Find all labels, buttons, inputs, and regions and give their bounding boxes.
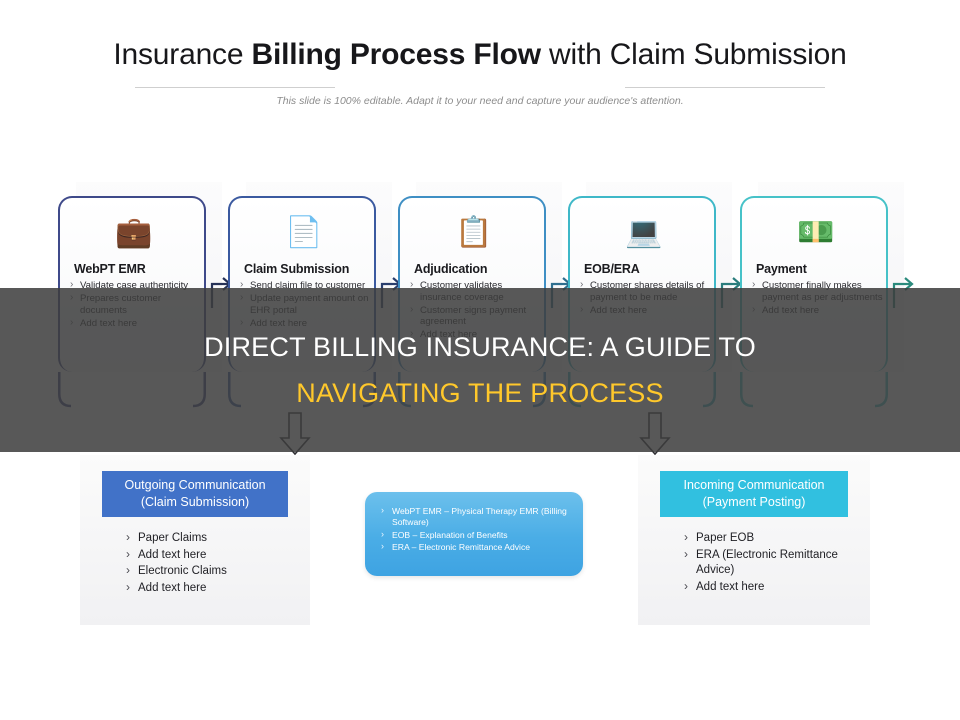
slide-canvas: Insurance Billing Process Flow with Clai… (0, 0, 960, 720)
title-divider-left (135, 87, 335, 88)
page-title: Insurance Billing Process Flow with Clai… (0, 38, 960, 72)
briefcase-search-icon: 💼 (115, 216, 153, 249)
process-step-title: WebPT EMR (74, 262, 146, 276)
panel-legend-item: ERA – Electronic Remittance Advice (381, 541, 573, 553)
panel-incoming-header-line1: Incoming Communication (683, 478, 825, 492)
panel-incoming-item: Add text here (684, 579, 856, 596)
panel-incoming-item: Paper EOB (684, 530, 856, 547)
document-money-icon: 📄 (285, 216, 323, 249)
page-subtitle: This slide is 100% editable. Adapt it to… (276, 95, 684, 107)
process-step-title: Adjudication (414, 262, 488, 276)
panel-outgoing-header-line1: Outgoing Communication (124, 478, 266, 492)
page-title-part3: with Claim Submission (540, 38, 847, 71)
bill-laptop-icon: 💻 (625, 216, 663, 249)
panel-outgoing-communication: Outgoing Communication (Claim Submission… (80, 455, 310, 625)
clipboard-shield-icon: 📋 (455, 216, 493, 249)
page-title-part1: Insurance (113, 38, 252, 71)
panel-incoming-communication: Incoming Communication (Payment Posting)… (638, 455, 870, 625)
process-step-title: Payment (756, 262, 807, 276)
overlay-caption-line2: NAVIGATING THE PROCESS (296, 378, 664, 408)
page-title-part2: Billing Process Flow (251, 38, 541, 71)
process-step-title: EOB/ERA (584, 262, 640, 276)
panel-outgoing-item: Electronic Claims (126, 563, 296, 580)
panel-outgoing-item: Add text here (126, 547, 296, 564)
panel-legend: WebPT EMR – Physical Therapy EMR (Billin… (365, 492, 583, 576)
panel-incoming-list: Paper EOBERA (Electronic Remittance Advi… (684, 530, 856, 596)
title-divider-right (625, 87, 825, 88)
panel-outgoing-header: Outgoing Communication (Claim Submission… (102, 471, 288, 517)
process-step-title: Claim Submission (244, 262, 350, 276)
overlay-caption-line1: DIRECT BILLING INSURANCE: A GUIDE TO (204, 332, 756, 362)
overlay-scrim: DIRECT BILLING INSURANCE: A GUIDE TO NAV… (0, 288, 960, 452)
panel-outgoing-list: Paper ClaimsAdd text hereElectronic Clai… (126, 530, 296, 597)
panel-incoming-item: ERA (Electronic Remittance Advice) (684, 547, 856, 579)
panel-legend-item: WebPT EMR – Physical Therapy EMR (Billin… (381, 505, 573, 529)
panel-legend-list: WebPT EMR – Physical Therapy EMR (Billin… (381, 505, 573, 555)
panel-incoming-header-line2: (Payment Posting) (702, 495, 806, 509)
title-divider (0, 87, 960, 89)
panel-outgoing-item: Paper Claims (126, 530, 296, 547)
hand-cash-icon: 💵 (797, 216, 835, 249)
panel-legend-item: EOB – Explanation of Benefits (381, 529, 573, 541)
panel-incoming-header: Incoming Communication (Payment Posting) (660, 471, 848, 517)
panel-outgoing-item: Add text here (126, 580, 296, 597)
panel-outgoing-header-line2: (Claim Submission) (140, 495, 250, 509)
